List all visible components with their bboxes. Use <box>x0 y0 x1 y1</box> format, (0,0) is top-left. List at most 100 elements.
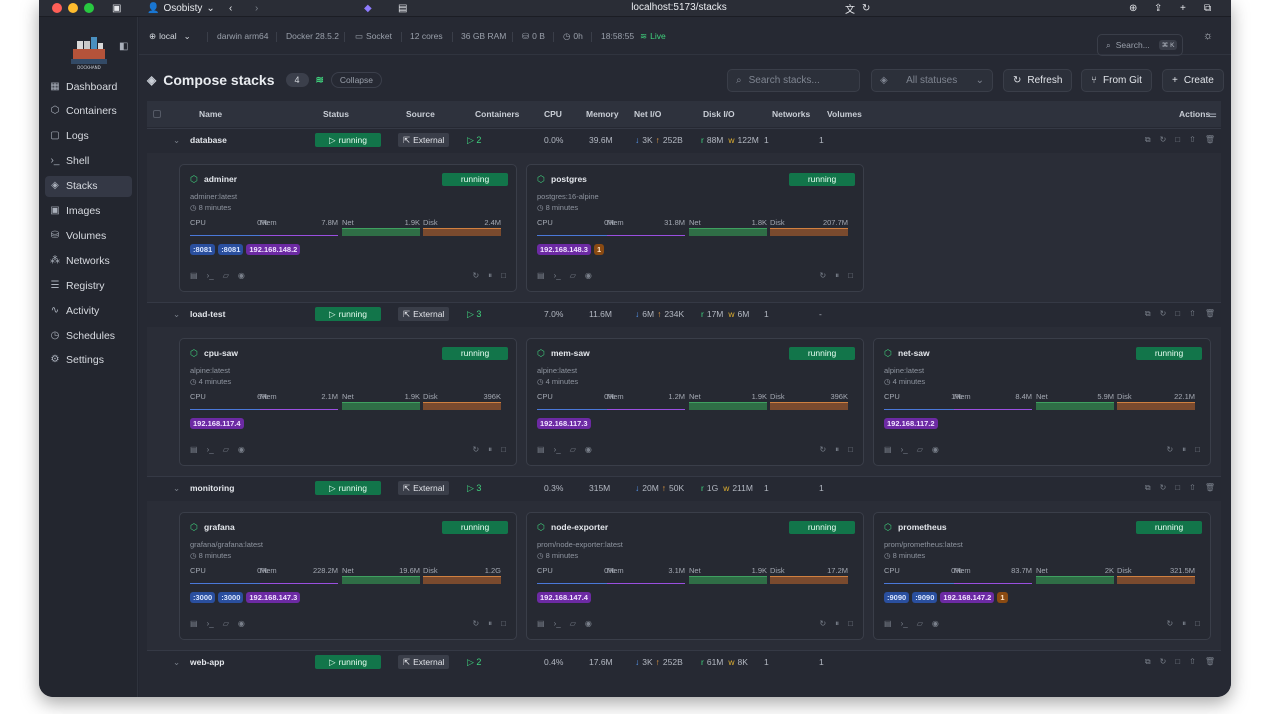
restart-icon[interactable]: ↻ <box>1166 445 1173 455</box>
column-header-name[interactable]: Name <box>199 109 222 119</box>
pause-icon[interactable]: ⏸ <box>835 271 839 281</box>
global-search[interactable]: ⌕ Search... ⌘ K <box>1097 34 1183 56</box>
folder-icon[interactable]: ▱ <box>223 271 229 280</box>
sidebar-item-settings[interactable]: ⚙ Settings <box>45 350 132 371</box>
logs-icon[interactable]: ▤ <box>537 271 545 280</box>
chevron-down-icon[interactable]: ⌄ <box>173 657 180 668</box>
restart-icon[interactable]: ↻ <box>1160 135 1167 145</box>
stack-name[interactable]: load-test <box>190 309 225 319</box>
logs-icon[interactable]: ▤ <box>537 619 545 628</box>
pause-icon[interactable]: ⏸ <box>488 445 492 455</box>
port-badge[interactable]: :8081 <box>190 244 216 255</box>
copy-icon[interactable]: ⧉ <box>1145 483 1151 493</box>
eye-icon[interactable]: ◉ <box>932 619 939 628</box>
stop-icon[interactable]: □ <box>1175 657 1180 667</box>
theme-toggle-icon[interactable]: ☼ <box>1203 17 1213 55</box>
folder-icon[interactable]: ▱ <box>223 445 229 454</box>
stop-icon[interactable]: □ <box>1175 309 1180 319</box>
reload-icon[interactable]: ↻ <box>862 0 870 17</box>
address-bar[interactable]: localhost:5173/stacks <box>479 0 879 17</box>
stack-row[interactable]: ⌄ web-app ▷ running ⇱ External ▷ 2 0.4% 17.6M ↓ 3K… <box>147 650 1221 674</box>
stack-row[interactable]: ⌄ database ▷ running ⇱ External ▷ 2 0.0% 39.6M ↓ 3… <box>147 128 1221 152</box>
restart-icon[interactable]: ↻ <box>1166 619 1173 629</box>
create-button[interactable]: + Create <box>1162 69 1224 92</box>
stack-row[interactable]: ⌄ load-test ▷ running ⇱ External ▷ 3 7.0% 11.6M ↓… <box>147 302 1221 326</box>
restart-icon[interactable]: ↻ <box>1160 309 1167 319</box>
column-header-status[interactable]: Status <box>323 109 349 119</box>
deploy-icon[interactable]: ⇧ <box>1189 657 1196 667</box>
sidebar-item-registry[interactable]: ☰ Registry <box>45 275 132 296</box>
port-badge[interactable]: :3000 <box>190 592 216 603</box>
stop-icon[interactable]: □ <box>501 445 506 455</box>
column-header-net-i-o[interactable]: Net I/O <box>634 109 661 119</box>
stop-icon[interactable]: □ <box>848 619 853 629</box>
stop-icon[interactable]: □ <box>501 619 506 629</box>
container-name[interactable]: adminer <box>204 174 237 184</box>
collapse-sidebar-icon[interactable]: ◧ <box>119 41 128 52</box>
folder-icon[interactable]: ▱ <box>570 619 576 628</box>
deploy-icon[interactable]: ⇧ <box>1189 309 1196 319</box>
stop-icon[interactable]: □ <box>848 445 853 455</box>
container-name[interactable]: mem-saw <box>551 348 590 358</box>
pause-icon[interactable]: ⏸ <box>488 619 492 629</box>
back-icon[interactable]: ‹ <box>229 0 232 17</box>
column-settings-icon[interactable]: ⚌ <box>1209 109 1217 120</box>
stop-icon[interactable]: □ <box>1195 619 1200 629</box>
restart-icon[interactable]: ↻ <box>472 271 479 281</box>
folder-icon[interactable]: ▱ <box>223 619 229 628</box>
restart-icon[interactable]: ↻ <box>819 445 826 455</box>
copy-icon[interactable]: ⧉ <box>1145 135 1151 145</box>
pause-icon[interactable]: ⏸ <box>1182 619 1186 629</box>
stop-icon[interactable]: □ <box>1195 445 1200 455</box>
collapse-button[interactable]: Collapse <box>330 72 382 88</box>
trash-icon[interactable]: 🗑 <box>1205 309 1215 319</box>
stack-search-input[interactable]: ⌕ Search stacks... <box>727 69 860 92</box>
container-card[interactable]: ⬡ prometheus running prom/prometheus:latest… <box>873 512 1211 640</box>
stack-name[interactable]: web-app <box>190 657 224 667</box>
terminal-icon[interactable]: ›_ <box>554 271 561 280</box>
pause-icon[interactable]: ⏸ <box>835 619 839 629</box>
logs-icon[interactable]: ▤ <box>884 619 892 628</box>
stop-icon[interactable]: □ <box>848 271 853 281</box>
restart-icon[interactable]: ↻ <box>1160 657 1167 667</box>
logs-icon[interactable]: ▤ <box>190 445 198 454</box>
stop-icon[interactable]: □ <box>1175 135 1180 145</box>
container-name[interactable]: node-exporter <box>551 522 608 532</box>
download-icon[interactable]: ⊕ <box>1129 0 1137 17</box>
eye-icon[interactable]: ◉ <box>238 619 245 628</box>
logs-icon[interactable]: ▤ <box>190 619 198 628</box>
copy-icon[interactable]: ⧉ <box>1145 657 1151 667</box>
new-tab-icon[interactable]: + <box>1180 0 1186 17</box>
trash-icon[interactable]: 🗑 <box>1205 135 1215 145</box>
container-card[interactable]: ⬡ adminer running adminer:latest ◷ 8 minutes… <box>179 164 517 292</box>
folder-icon[interactable]: ▱ <box>570 271 576 280</box>
environment-selector[interactable]: ⊕ local ⌄ <box>149 17 191 55</box>
sidebar-item-volumes[interactable]: ⛁ Volumes <box>45 225 132 246</box>
port-badge[interactable]: :9090 <box>884 592 910 603</box>
stack-name[interactable]: database <box>190 135 227 145</box>
sidebar-item-schedules[interactable]: ◷ Schedules <box>45 325 132 346</box>
chevron-down-icon[interactable]: ⌄ <box>173 483 180 494</box>
logs-icon[interactable]: ▤ <box>537 445 545 454</box>
column-header-disk-i-o[interactable]: Disk I/O <box>703 109 735 119</box>
refresh-button[interactable]: ↻ Refresh <box>1003 69 1073 92</box>
terminal-icon[interactable]: ›_ <box>901 619 908 628</box>
stop-icon[interactable]: □ <box>1175 483 1180 493</box>
chevron-down-icon[interactable]: ⌄ <box>173 135 180 146</box>
sidebar-item-shell[interactable]: ›_ Shell <box>45 151 132 172</box>
share-icon[interactable]: ⇪ <box>1154 0 1162 17</box>
column-header-networks[interactable]: Networks <box>772 109 810 119</box>
container-card[interactable]: ⬡ cpu-saw running alpine:latest ◷ 4 minutes C… <box>179 338 517 466</box>
restart-icon[interactable]: ↻ <box>472 445 479 455</box>
reader-icon[interactable]: ▤ <box>398 0 407 17</box>
container-name[interactable]: prometheus <box>898 522 947 532</box>
stack-name[interactable]: monitoring <box>190 483 234 493</box>
sidebar-item-stacks[interactable]: ◈ Stacks <box>45 175 132 197</box>
restart-icon[interactable]: ↻ <box>819 271 826 281</box>
container-card[interactable]: ⬡ net-saw running alpine:latest ◷ 4 minutes C… <box>873 338 1211 466</box>
eye-icon[interactable]: ◉ <box>585 619 592 628</box>
sidebar-item-dashboard[interactable]: ▦ Dashboard <box>45 76 132 97</box>
column-header-memory[interactable]: Memory <box>586 109 619 119</box>
folder-icon[interactable]: ▱ <box>917 445 923 454</box>
port-badge[interactable]: :3000 <box>218 592 244 603</box>
